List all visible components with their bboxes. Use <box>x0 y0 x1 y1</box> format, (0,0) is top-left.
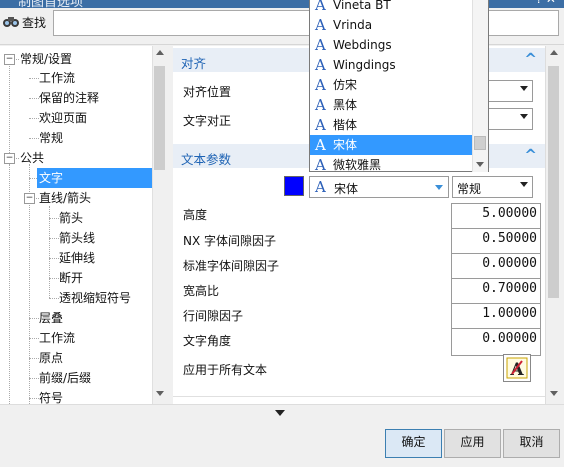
font-icon: A <box>315 136 326 154</box>
font-list-scroll-thumb[interactable] <box>474 136 486 150</box>
collapse-toggle[interactable]: − <box>4 54 15 65</box>
font-option[interactable]: A 黑体 <box>310 95 474 115</box>
text-angle-label: 文字角度 <box>183 334 232 348</box>
aspect-ratio-label: 宽高比 <box>183 284 220 298</box>
text-angle-field[interactable]: 0.00000 <box>451 328 541 356</box>
text-color-swatch[interactable] <box>284 176 304 196</box>
line-gap-field[interactable]: 1.00000 <box>451 303 541 331</box>
font-icon: A <box>315 116 326 134</box>
align-section-title: 对齐 <box>181 56 207 71</box>
font-option[interactable]: A Webdings <box>310 35 474 55</box>
chevron-down-icon <box>520 114 528 119</box>
tree-item-retained-annotations[interactable]: 保留的注释 <box>39 88 99 108</box>
collapse-caret-icon[interactable]: ^ <box>524 50 537 68</box>
font-option[interactable]: A Vrinda <box>310 15 474 35</box>
font-style-dropdown[interactable]: 常规 <box>452 176 533 198</box>
scroll-up-arrow[interactable] <box>156 50 164 55</box>
tree-item-arrow-line[interactable]: 箭头线 <box>59 228 95 248</box>
tree-item-common[interactable]: 公共 <box>20 148 44 168</box>
tree-scroll-thumb[interactable] <box>154 66 165 170</box>
apply-text-icon: A <box>506 357 528 380</box>
font-icon: A <box>315 0 326 14</box>
tree-item-stacking[interactable]: 层叠 <box>39 308 63 328</box>
chevron-down-icon <box>520 86 528 91</box>
ok-button[interactable]: 确定 <box>385 429 442 458</box>
tree-item-line-arrow[interactable]: 直线/箭头 <box>39 188 91 208</box>
apply-all-text-button[interactable]: A <box>503 354 531 382</box>
tree-item-workflow[interactable]: 工作流 <box>39 68 75 88</box>
font-icon: A <box>315 96 326 114</box>
scroll-down-arrow[interactable] <box>156 391 164 396</box>
window-controls[interactable]: ? ✕ <box>536 0 556 6</box>
aspect-ratio-field[interactable]: 0.70000 <box>451 278 541 306</box>
height-field[interactable]: 5.00000 <box>451 203 541 231</box>
font-option[interactable]: A 微软雅黑 <box>310 155 474 172</box>
font-icon: A <box>315 36 326 54</box>
collapse-caret-icon[interactable]: ^ <box>524 146 537 164</box>
nx-font-gap-label: NX 字体间隙因子 <box>183 234 277 248</box>
font-icon: A <box>315 76 326 94</box>
font-icon: A <box>315 178 326 196</box>
expand-down-icon[interactable] <box>275 410 285 416</box>
font-option[interactable]: A Wingdings <box>310 55 474 75</box>
text-justify-label: 文字对正 <box>183 114 232 128</box>
tree-item-general[interactable]: 常规 <box>39 128 63 148</box>
chevron-down-icon <box>520 182 528 187</box>
tree-item-text[interactable]: 文字 <box>37 168 154 188</box>
std-font-gap-label: 标准字体间隙因子 <box>183 259 280 273</box>
search-label: 查找 <box>22 16 47 30</box>
tree-item-arrow[interactable]: 箭头 <box>59 208 83 228</box>
preference-tree: − 常规/设置 工作流 保留的注释 欢迎页面 常规 − 公共 文字 − 直线/箭… <box>0 46 167 404</box>
font-value: 宋体 <box>334 182 359 196</box>
tree-item-origin[interactable]: 原点 <box>39 348 63 368</box>
scroll-down-arrow[interactable] <box>476 162 484 167</box>
scroll-up-arrow[interactable] <box>550 50 558 55</box>
font-icon: A <box>315 156 326 172</box>
font-icon: A <box>315 56 326 74</box>
font-option-selected[interactable]: A 宋体 <box>310 135 474 155</box>
font-dropdown-list[interactable]: A Vineta BT A Vrinda A Webdings A Wingdings … <box>309 0 489 172</box>
panel-scroll-thumb[interactable] <box>548 66 559 298</box>
font-style-value: 常规 <box>457 182 482 196</box>
font-option[interactable]: A 楷体 <box>310 115 474 135</box>
tree-line <box>9 61 10 165</box>
std-font-gap-field[interactable]: 0.00000 <box>451 253 541 281</box>
collapse-toggle[interactable]: − <box>4 153 15 164</box>
tree-line <box>49 206 50 298</box>
tree-item-workflow-2[interactable]: 工作流 <box>39 328 75 348</box>
tree-item-foreshortening-symbol[interactable]: 透视缩短符号 <box>59 288 131 308</box>
cancel-button[interactable]: 取消 <box>503 429 560 458</box>
text-params-title: 文本参数 <box>181 152 232 167</box>
font-option[interactable]: A 仿宋 <box>310 75 474 95</box>
tree-line <box>9 164 10 404</box>
tree-item-extension-line[interactable]: 延伸线 <box>59 248 95 268</box>
tree-item-prefix-suffix[interactable]: 前缀/后缀 <box>39 368 91 388</box>
svg-text:A: A <box>509 360 524 380</box>
tree-item-welcome-page[interactable]: 欢迎页面 <box>39 108 87 128</box>
align-position-label: 对齐位置 <box>183 85 232 99</box>
line-gap-label: 行间隙因子 <box>183 309 244 323</box>
apply-button[interactable]: 应用 <box>444 429 501 458</box>
apply-all-label: 应用于所有文本 <box>183 363 268 377</box>
height-label: 高度 <box>183 208 208 222</box>
scroll-down-arrow[interactable] <box>550 391 558 396</box>
nx-font-gap-field[interactable]: 0.50000 <box>451 228 541 256</box>
tree-item-break[interactable]: 断开 <box>59 268 83 288</box>
font-dropdown[interactable]: A 宋体 <box>309 176 449 198</box>
collapse-toggle[interactable]: − <box>24 193 35 204</box>
chevron-down-icon <box>435 185 443 190</box>
tree-item-general-settings[interactable]: 常规/设置 <box>20 49 72 69</box>
tree-item-symbol[interactable]: 符号 <box>39 388 63 404</box>
binoculars-icon <box>3 17 19 27</box>
divider <box>173 396 545 397</box>
font-icon: A <box>315 16 326 34</box>
font-option[interactable]: A Vineta BT <box>310 0 474 15</box>
